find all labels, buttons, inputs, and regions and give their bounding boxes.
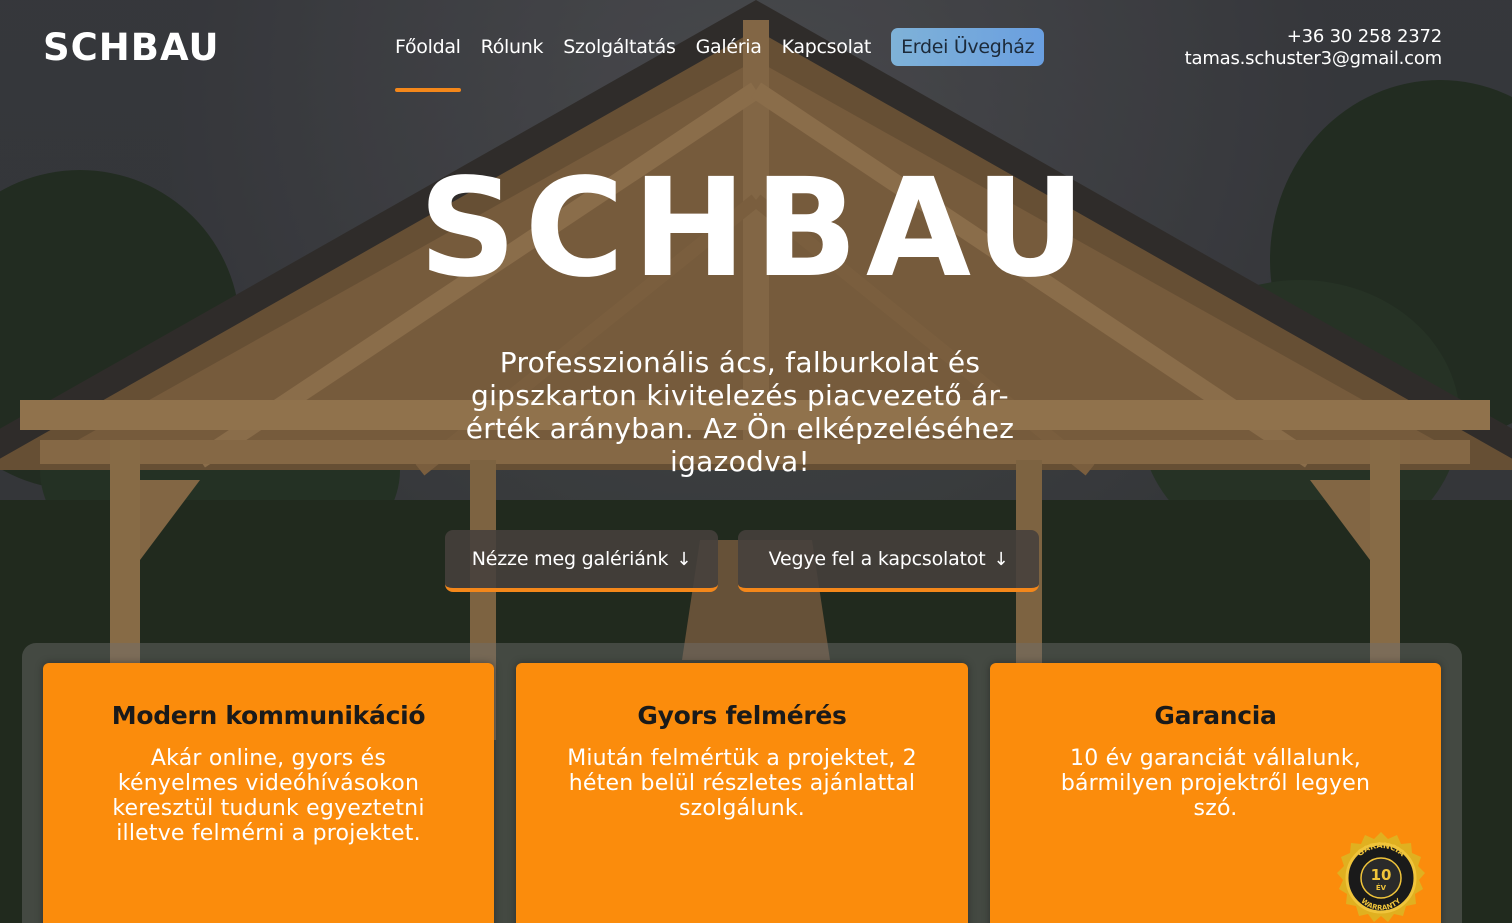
contact-us-button[interactable]: Vegye fel a kapcsolatot ↓ <box>738 530 1039 592</box>
svg-text:ÉV: ÉV <box>1376 883 1387 892</box>
arrow-down-icon: ↓ <box>993 548 1009 570</box>
feature-card-communication: Modern kommunikáció Akár online, gyors é… <box>43 663 494 923</box>
email-link[interactable]: tamas.schuster3@gmail.com <box>1185 48 1443 70</box>
header-contact: +36 30 258 2372 tamas.schuster3@gmail.co… <box>1185 26 1443 70</box>
contact-us-label: Vegye fel a kapcsolatot <box>768 548 986 570</box>
feature-text: Miután felmértük a projektet, 2 héten be… <box>567 746 917 821</box>
site-logo[interactable]: SCHBAU <box>43 26 220 69</box>
nav-item-szolgaltatas[interactable]: Szolgáltatás <box>563 30 676 64</box>
nav-item-galeria[interactable]: Galéria <box>696 30 762 64</box>
arrow-down-icon: ↓ <box>676 548 692 570</box>
feature-card-survey: Gyors felmérés Miután felmértük a projek… <box>516 663 968 923</box>
nav-item-rolunk[interactable]: Rólunk <box>481 30 544 64</box>
feature-text: 10 év garanciát vállalunk, bármilyen pro… <box>1060 746 1371 821</box>
erdei-uveghaz-button[interactable]: Erdei Üvegház <box>891 28 1045 66</box>
hero-subtitle: Professzionális ács, falburkolat és gips… <box>465 346 1015 478</box>
feature-text: Akár online, gyors és kényelmes videóhív… <box>112 746 425 846</box>
feature-title: Garancia <box>1154 701 1277 730</box>
feature-title: Modern kommunikáció <box>111 701 426 730</box>
hero-title: SCHBAU <box>418 150 1094 308</box>
view-gallery-button[interactable]: Nézze meg galériánk ↓ <box>445 530 718 592</box>
nav-item-kapcsolat[interactable]: Kapcsolat <box>782 30 872 64</box>
phone-link[interactable]: +36 30 258 2372 <box>1185 26 1442 48</box>
main-navigation: Főoldal Rólunk Szolgáltatás Galéria Kapc… <box>395 28 1045 92</box>
svg-text:10: 10 <box>1371 866 1392 884</box>
warranty-badge-icon: GARANCIA WARRANTY 10 ÉV <box>1337 832 1425 922</box>
nav-item-fooldal[interactable]: Főoldal <box>395 30 461 92</box>
view-gallery-label: Nézze meg galériánk <box>471 548 669 570</box>
feature-title: Gyors felmérés <box>637 701 847 730</box>
